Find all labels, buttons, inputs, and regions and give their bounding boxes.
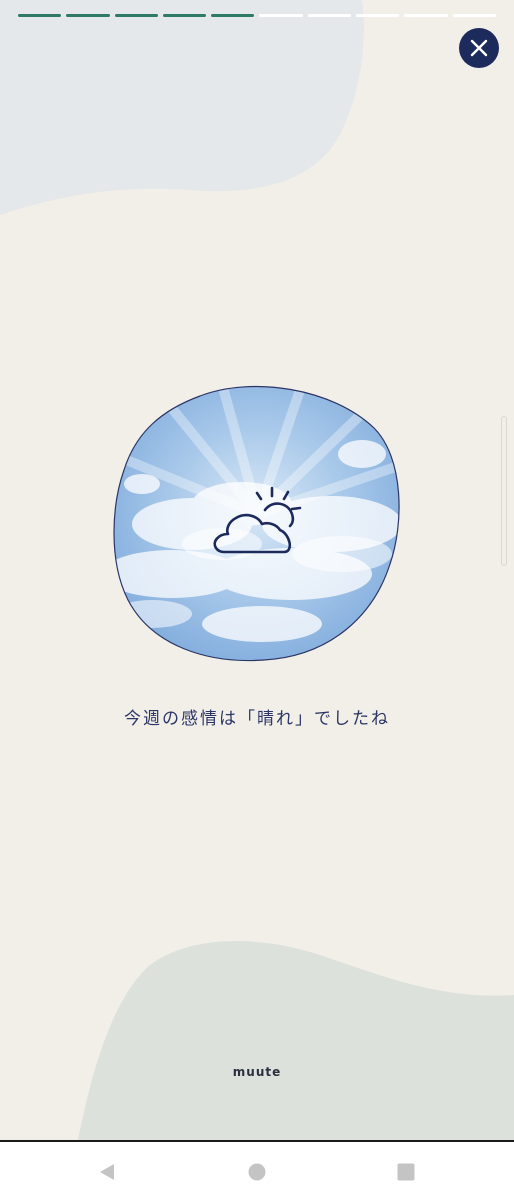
progress-segment	[356, 14, 400, 17]
home-circle-icon	[248, 1163, 266, 1181]
progress-segment	[259, 14, 303, 17]
progress-segment	[211, 14, 255, 17]
back-triangle-icon	[100, 1164, 114, 1180]
top-blob	[0, 0, 364, 215]
recents-square-icon	[397, 1163, 415, 1181]
progress-segment	[162, 14, 207, 17]
progress-segment	[18, 14, 62, 17]
story-progress-bar	[18, 14, 496, 17]
weather-image	[112, 384, 404, 664]
progress-segment	[66, 14, 110, 17]
brand-logo: muute	[232, 1065, 282, 1079]
progress-segment	[307, 14, 352, 17]
progress-segment	[452, 14, 496, 17]
recents-button[interactable]	[394, 1160, 418, 1184]
system-navigation-bar	[0, 1140, 514, 1200]
close-icon	[470, 39, 488, 57]
close-button[interactable]	[459, 28, 499, 68]
scrollbar[interactable]	[501, 416, 507, 566]
home-button[interactable]	[245, 1160, 269, 1184]
back-button[interactable]	[95, 1160, 119, 1184]
progress-segment	[404, 14, 448, 17]
bottom-blob	[78, 941, 514, 1140]
result-message: 今週の感情は「晴れ」でしたね	[124, 709, 390, 729]
progress-segment	[114, 14, 158, 17]
